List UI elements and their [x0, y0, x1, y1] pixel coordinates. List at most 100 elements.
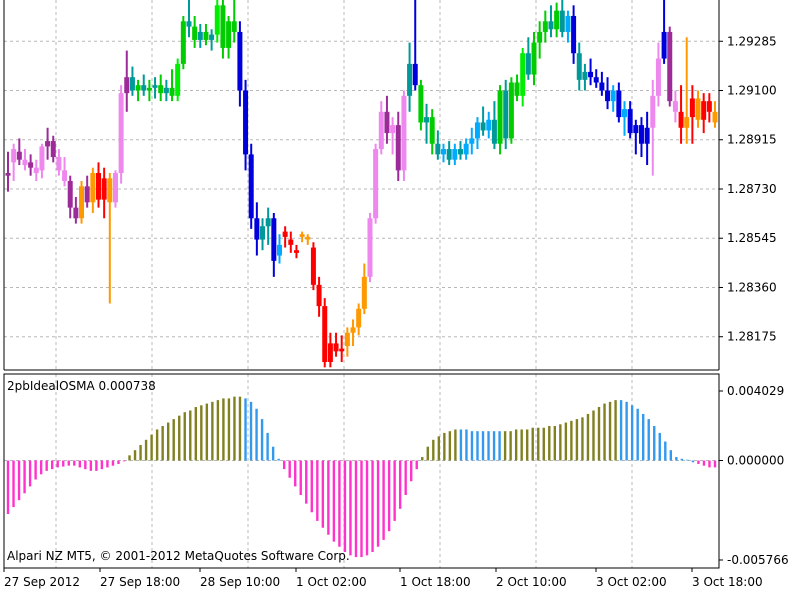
candle: [367, 212, 373, 283]
candle: [90, 167, 96, 213]
candle-body: [356, 308, 362, 328]
candle: [678, 85, 684, 144]
candle-body: [327, 343, 333, 363]
candle: [514, 74, 520, 102]
candle: [243, 79, 249, 171]
indicator-tick-label: -0.005766: [727, 553, 789, 567]
candle: [390, 117, 396, 155]
candle-body: [661, 31, 667, 59]
price-candles: [5, 0, 718, 368]
candle: [129, 66, 135, 96]
candle-body: [101, 178, 107, 200]
candle-body: [322, 306, 328, 363]
candle: [146, 79, 152, 102]
candle: [231, 0, 237, 43]
candle-body: [412, 63, 418, 86]
candle: [197, 23, 203, 48]
candle-body: [276, 244, 282, 256]
candle-body: [644, 127, 650, 144]
candle: [67, 175, 73, 219]
candle: [672, 90, 678, 123]
candle-body: [163, 87, 169, 94]
candle: [378, 101, 384, 155]
candle-body: [452, 149, 458, 160]
candle-body: [395, 125, 401, 171]
time-axis: 27 Sep 2012 27 Sep 18:00 28 Sep 10:00 1 Oct…: [3, 568, 763, 589]
candle-body: [129, 77, 135, 91]
time-tick-label: 27 Sep 2012: [4, 575, 80, 589]
indicator-axis: 0.004029 0.000000 -0.005766: [719, 384, 789, 567]
candle: [661, 0, 667, 64]
indicator-tick-label: 0.000000: [727, 454, 784, 468]
candle: [169, 69, 175, 102]
price-tick-label: 1.28915: [727, 133, 777, 147]
price-tick-label: 1.28730: [727, 182, 777, 196]
candle-body: [384, 111, 390, 134]
candle-body: [107, 178, 113, 203]
candle: [299, 231, 305, 243]
candle-body: [435, 143, 441, 155]
candle: [616, 82, 622, 123]
price-tick-label: 1.28175: [727, 330, 777, 344]
candle-body: [593, 77, 599, 83]
candle-body: [548, 21, 554, 30]
candle-body: [344, 332, 350, 347]
candle-body: [361, 276, 367, 309]
candle: [627, 101, 633, 139]
candle-body: [339, 348, 345, 352]
candle-body: [441, 149, 447, 155]
osma-histogram: [6, 396, 717, 558]
candle: [667, 26, 673, 107]
candle-body: [497, 90, 503, 144]
candle-body: [333, 343, 339, 352]
candle: [491, 101, 497, 150]
candle-body: [525, 53, 531, 75]
candle-body: [401, 95, 407, 171]
candle: [226, 15, 232, 59]
candle-body: [565, 15, 571, 32]
candle: [542, 10, 548, 43]
candle-body: [486, 119, 492, 131]
candle-body: [203, 31, 209, 40]
candle-body: [260, 226, 266, 240]
candle-body: [520, 53, 526, 96]
candle-body: [254, 218, 260, 240]
price-tick-label: 1.29100: [727, 84, 777, 98]
candle-body: [633, 125, 639, 134]
candle-body: [638, 125, 644, 144]
candle-body: [701, 101, 707, 120]
candle-body: [16, 151, 22, 160]
candle: [5, 151, 11, 192]
candle-body: [248, 154, 254, 219]
candle-body: [684, 117, 690, 128]
candle-body: [293, 250, 299, 253]
candle-body: [491, 119, 497, 144]
candle: [650, 79, 656, 176]
candle: [593, 69, 599, 88]
candle-body: [90, 173, 96, 203]
candle-body: [28, 162, 34, 168]
candle-body: [271, 218, 277, 261]
candle: [712, 101, 718, 128]
candle-body: [282, 231, 288, 237]
candle: [11, 143, 17, 182]
candle-body: [231, 21, 237, 32]
candle: [644, 111, 650, 166]
candle-body: [186, 21, 192, 27]
candle: [548, 5, 554, 38]
candle-body: [655, 58, 661, 96]
candle: [237, 21, 243, 107]
candle-body: [367, 218, 373, 277]
candle: [214, 0, 220, 43]
candle-body: [554, 10, 560, 30]
candle-body: [141, 85, 147, 91]
candle-body: [695, 98, 701, 120]
candle: [463, 138, 469, 160]
price-axis: 1.29285 1.29100 1.28915 1.28730 1.28545 1.283…: [719, 34, 777, 344]
time-tick-label: 3 Oct 02:00: [596, 575, 667, 589]
candle-body: [299, 234, 305, 237]
candle: [424, 103, 430, 144]
candle: [633, 119, 639, 155]
candle-body: [288, 239, 294, 245]
candle-body: [84, 186, 90, 203]
